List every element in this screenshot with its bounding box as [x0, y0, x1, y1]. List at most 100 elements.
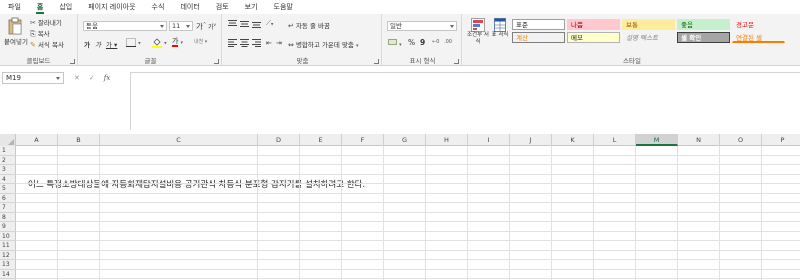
- column-header[interactable]: M: [636, 134, 678, 146]
- align-right-button[interactable]: [252, 39, 261, 49]
- row-header[interactable]: 6: [0, 194, 16, 203]
- menu-tab[interactable]: 검토: [208, 0, 237, 14]
- column-header[interactable]: H: [426, 134, 468, 146]
- row-header[interactable]: 4: [0, 175, 16, 184]
- accounting-format-button[interactable]: ▾: [388, 38, 402, 48]
- select-all-button[interactable]: [0, 134, 16, 146]
- number-format-combo[interactable]: 일반: [387, 21, 457, 31]
- align-center-button[interactable]: [240, 39, 249, 49]
- format-as-table-button[interactable]: 표 서식: [490, 18, 510, 39]
- column-header[interactable]: L: [594, 134, 636, 146]
- font-color-button[interactable]: 가 ▾: [172, 37, 183, 47]
- menu-tab[interactable]: 도움말: [266, 0, 301, 14]
- align-left-button[interactable]: [228, 39, 237, 49]
- row-header[interactable]: 5: [0, 184, 16, 194]
- insert-function-icon[interactable]: fx: [104, 74, 111, 82]
- shrink-font-button[interactable]: 가v: [208, 22, 216, 31]
- cells-area[interactable]: 어느 특정소방대상물에 자동화재탐지설비용 공기관식 차동식 분포형 감지기를 …: [16, 146, 800, 280]
- orientation-button[interactable]: ⟋▾: [266, 19, 273, 28]
- alignment-launcher-icon[interactable]: [374, 59, 379, 64]
- copy-button[interactable]: ⎘ 복사: [30, 28, 50, 39]
- number-launcher-icon[interactable]: [454, 59, 459, 64]
- row-header[interactable]: 12: [0, 251, 16, 260]
- row-header[interactable]: 8: [0, 213, 16, 222]
- row-header[interactable]: 7: [0, 203, 16, 213]
- cell-style-item[interactable]: 설명 텍스트: [622, 32, 675, 43]
- borders-button[interactable]: ▾: [126, 38, 141, 47]
- column-header[interactable]: I: [468, 134, 510, 146]
- format-painter-button[interactable]: ✎ 서식 복사: [30, 39, 64, 49]
- number-group: 일반 ▾ % 9 ←0 .00 표시 형식: [384, 14, 462, 66]
- phonetic-button[interactable]: 내천 ▾: [194, 38, 207, 45]
- cell-style-item[interactable]: 좋음: [677, 19, 730, 30]
- column-header[interactable]: J: [510, 134, 552, 146]
- align-middle-button[interactable]: [240, 20, 249, 30]
- fill-color-button[interactable]: ▾: [152, 37, 167, 48]
- name-box[interactable]: M19: [2, 72, 64, 84]
- cell-style-item[interactable]: 보통: [622, 19, 675, 30]
- comma-button[interactable]: 9: [420, 38, 425, 47]
- column-header[interactable]: O: [720, 134, 762, 146]
- merge-center-button[interactable]: ⇔ 병합하고 가운데 맞춤 ▾: [288, 39, 359, 49]
- row-header[interactable]: 14: [0, 270, 16, 279]
- column-header[interactable]: P: [762, 134, 800, 146]
- underline-button[interactable]: 가 ▾: [106, 39, 117, 49]
- grid-row-line: [16, 164, 800, 165]
- bold-button[interactable]: 가: [84, 39, 90, 49]
- percent-button[interactable]: %: [408, 38, 415, 47]
- decrease-decimal-button[interactable]: .00: [444, 39, 452, 45]
- column-header[interactable]: E: [300, 134, 342, 146]
- cell-style-item[interactable]: 메모: [567, 32, 620, 43]
- cell-style-item[interactable]: 셀 확인: [677, 32, 730, 43]
- grid-row-line: [16, 249, 800, 251]
- align-bottom-button[interactable]: [252, 20, 261, 30]
- row-header[interactable]: 3: [0, 165, 16, 175]
- column-header[interactable]: G: [384, 134, 426, 146]
- decrease-indent-button[interactable]: ⇤: [266, 39, 272, 47]
- column-header[interactable]: C: [100, 134, 258, 146]
- menu-tab[interactable]: 보기: [237, 0, 266, 14]
- italic-button[interactable]: 가: [95, 39, 101, 49]
- increase-decimal-button[interactable]: ←0: [432, 39, 439, 45]
- paste-button[interactable]: 붙여넣기: [4, 17, 28, 46]
- row-header[interactable]: 10: [0, 232, 16, 241]
- menu-tab[interactable]: 파일: [0, 0, 29, 14]
- cell-style-item[interactable]: 연결된 셀: [732, 32, 785, 43]
- formula-input[interactable]: [130, 72, 800, 130]
- row-header[interactable]: 9: [0, 222, 16, 232]
- cell-style-item[interactable]: 표준: [512, 19, 565, 30]
- row-header[interactable]: 2: [0, 156, 16, 165]
- row-header[interactable]: 11: [0, 241, 16, 251]
- align-top-button[interactable]: [228, 20, 237, 30]
- clipboard-launcher-icon[interactable]: [70, 59, 75, 64]
- cancel-icon[interactable]: ✕: [74, 74, 80, 82]
- cell-style-item[interactable]: 나쁨: [567, 19, 620, 30]
- row-header[interactable]: 1: [0, 146, 16, 156]
- cell-style-item[interactable]: 계산: [512, 32, 565, 43]
- font-launcher-icon[interactable]: [214, 59, 219, 64]
- copy-icon: ⎘: [30, 29, 36, 38]
- clipboard-group-label: 클립보드: [26, 57, 51, 65]
- column-header[interactable]: B: [58, 134, 100, 146]
- column-header[interactable]: D: [258, 134, 300, 146]
- menu-tab[interactable]: 페이지 레이아웃: [80, 0, 143, 14]
- column-header[interactable]: K: [552, 134, 594, 146]
- column-header[interactable]: A: [16, 134, 58, 146]
- cell-style-item[interactable]: 경고문: [732, 19, 785, 30]
- menu-tab[interactable]: 수식: [144, 0, 173, 14]
- increase-indent-button[interactable]: ⇥: [276, 39, 282, 47]
- wrap-text-button[interactable]: ↵ 자동 줄 바꿈: [288, 20, 330, 30]
- font-size-combo[interactable]: 11: [169, 21, 193, 31]
- cell-c5[interactable]: 어느 특정소방대상물에 자동화재탐지설비용 공기관식 차동식 분포형 감지기를 …: [28, 178, 365, 190]
- column-header[interactable]: F: [342, 134, 384, 146]
- column-header[interactable]: N: [678, 134, 720, 146]
- menu-tab[interactable]: 데이터: [172, 0, 207, 14]
- grow-font-button[interactable]: 가^: [196, 21, 206, 32]
- menu-tab[interactable]: 홈: [29, 0, 51, 14]
- cut-button[interactable]: ✂ 잘라내기: [30, 17, 62, 27]
- font-name-combo[interactable]: 돋움: [83, 21, 167, 31]
- row-header[interactable]: 13: [0, 260, 16, 270]
- conditional-format-button[interactable]: 조건부 서식: [467, 18, 489, 46]
- menu-tab[interactable]: 삽입: [51, 0, 80, 14]
- enter-icon[interactable]: ✓: [89, 74, 95, 82]
